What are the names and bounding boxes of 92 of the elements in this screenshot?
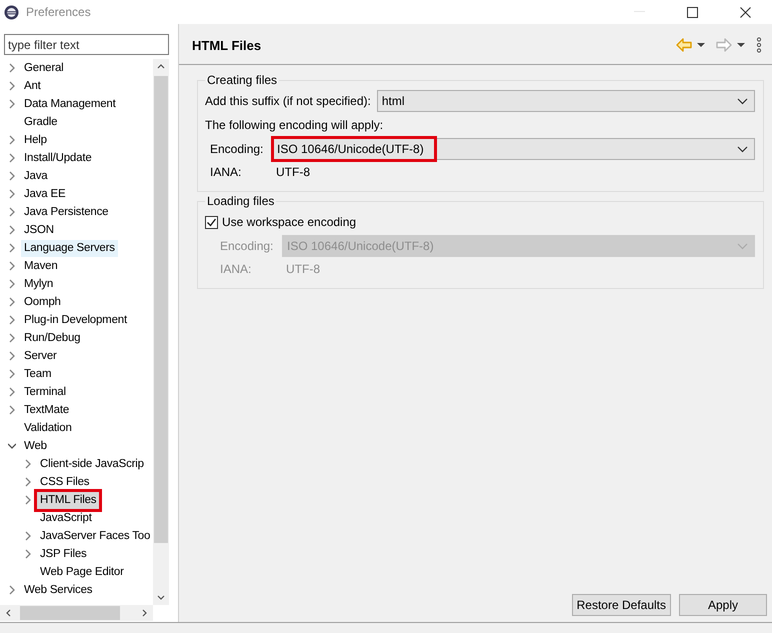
tree-item[interactable]: TextMate [21,402,72,418]
chevron-right-icon[interactable] [8,81,16,91]
tree-item[interactable]: Java EE [21,186,68,202]
dialog-button[interactable]: Apply [679,594,767,616]
tree-item[interactable]: JavaScript [37,510,95,526]
field-label: IANA: [210,165,242,179]
chevron-right-icon[interactable] [8,189,16,199]
group-title: Loading files [206,194,276,208]
chevron-right-icon[interactable] [8,63,16,73]
tree-item[interactable]: Ant [21,78,44,94]
scroll-down-icon[interactable] [157,595,165,600]
window-title: Preferences [26,5,91,19]
chevron-right-icon[interactable] [8,297,16,307]
chevron-right-icon[interactable] [8,333,16,343]
tree-item[interactable]: Team [21,366,54,382]
chevron-right-icon[interactable] [8,279,16,289]
scrollbar-thumb[interactable] [20,606,120,620]
app-icon [4,4,19,20]
tree-item[interactable]: Java [21,168,50,184]
tree-item[interactable]: JavaServer Faces Too [37,528,153,544]
horizontal-scrollbar[interactable] [0,605,153,621]
field-label: Encoding: [210,142,264,156]
chevron-right-icon[interactable] [8,135,16,145]
dialog-button[interactable]: Restore Defaults [572,594,671,616]
field-value: UTF-8 [275,165,310,179]
close-icon[interactable] [740,6,750,18]
scrollbar-thumb[interactable] [154,76,168,543]
chevron-right-icon[interactable] [24,549,32,559]
tree-item[interactable]: JSP Files [37,546,90,562]
tree-item[interactable]: Mylyn [21,276,56,292]
tree-item[interactable]: Server [21,348,60,364]
chevron-right-icon[interactable] [8,153,16,163]
field-label: IANA: [220,262,252,276]
filter-field[interactable]: type filter text [4,34,169,55]
vertical-scrollbar[interactable] [153,59,169,605]
dropdown-triangle-icon[interactable] [696,42,706,48]
page-title: HTML Files [192,38,262,52]
chevron-right-icon[interactable] [8,405,16,415]
checkbox-label[interactable]: Use workspace encoding [222,215,356,229]
maximize-icon[interactable] [686,6,698,18]
field-label: Add this suffix (if not specified): [205,94,371,108]
tree-item[interactable]: Data Management [21,96,119,112]
chevron-down-icon [737,98,748,104]
tree-item[interactable]: Client-side JavaScrip [37,456,147,472]
chevron-right-icon[interactable] [24,531,32,541]
tree-item[interactable]: Java Persistence [21,204,112,220]
chevron-right-icon[interactable] [8,243,16,253]
info-text: The following encoding will apply: [205,118,384,132]
chevron-right-icon[interactable] [8,171,16,181]
chevron-right-icon[interactable] [8,315,16,325]
chevron-right-icon[interactable] [8,387,16,397]
tree-item[interactable]: Oomph [21,294,64,310]
group-title: Creating files [206,73,278,87]
tree-item[interactable]: CSS Files [37,474,92,490]
tree-item[interactable]: Web Page Editor [37,564,127,580]
more-options-icon[interactable] [756,37,762,53]
scroll-left-icon[interactable] [6,609,11,617]
scroll-right-icon[interactable] [142,609,147,617]
field-label: Encoding: [220,239,274,253]
tree-item[interactable]: JSON [21,222,57,238]
tree-item[interactable]: Language Servers [21,240,118,256]
tree-item[interactable]: Run/Debug [21,330,84,346]
tree-item[interactable]: Install/Update [21,150,95,166]
chevron-right-icon[interactable] [24,477,32,487]
chevron-down-icon[interactable] [8,441,16,451]
chevron-right-icon[interactable] [8,261,16,271]
dropdown-field[interactable]: ISO 10646/Unicode(UTF-8) [272,138,755,160]
tree-item[interactable]: Maven [21,258,61,274]
chevron-right-icon[interactable] [8,225,16,235]
chevron-right-icon[interactable] [24,495,32,505]
scroll-up-icon[interactable] [157,64,165,69]
tree-item[interactable]: Gradle [21,114,60,130]
chevron-right-icon[interactable] [8,351,16,361]
field-value: UTF-8 [285,262,320,276]
checkbox[interactable] [205,216,218,228]
tree-item[interactable]: Terminal [21,384,69,400]
tree-item[interactable]: HTML Files [37,492,100,508]
tree-item[interactable]: Help [21,132,50,148]
chevron-down-icon [737,146,748,152]
chevron-right-icon[interactable] [24,459,32,469]
dropdown-field[interactable]: html [376,90,755,112]
chevron-right-icon[interactable] [8,207,16,217]
chevron-down-icon [737,242,748,250]
dropdown-triangle-icon[interactable] [736,42,746,48]
chevron-right-icon[interactable] [8,369,16,379]
tree-item[interactable]: Plug-in Development [21,312,130,328]
chevron-right-icon[interactable] [8,99,16,109]
tree-item[interactable]: General [21,60,67,76]
tree-item[interactable]: Web [21,438,50,454]
tree-item[interactable]: Validation [21,420,75,436]
chevron-right-icon[interactable] [8,585,16,595]
tree-item[interactable]: Web Services [21,582,96,598]
